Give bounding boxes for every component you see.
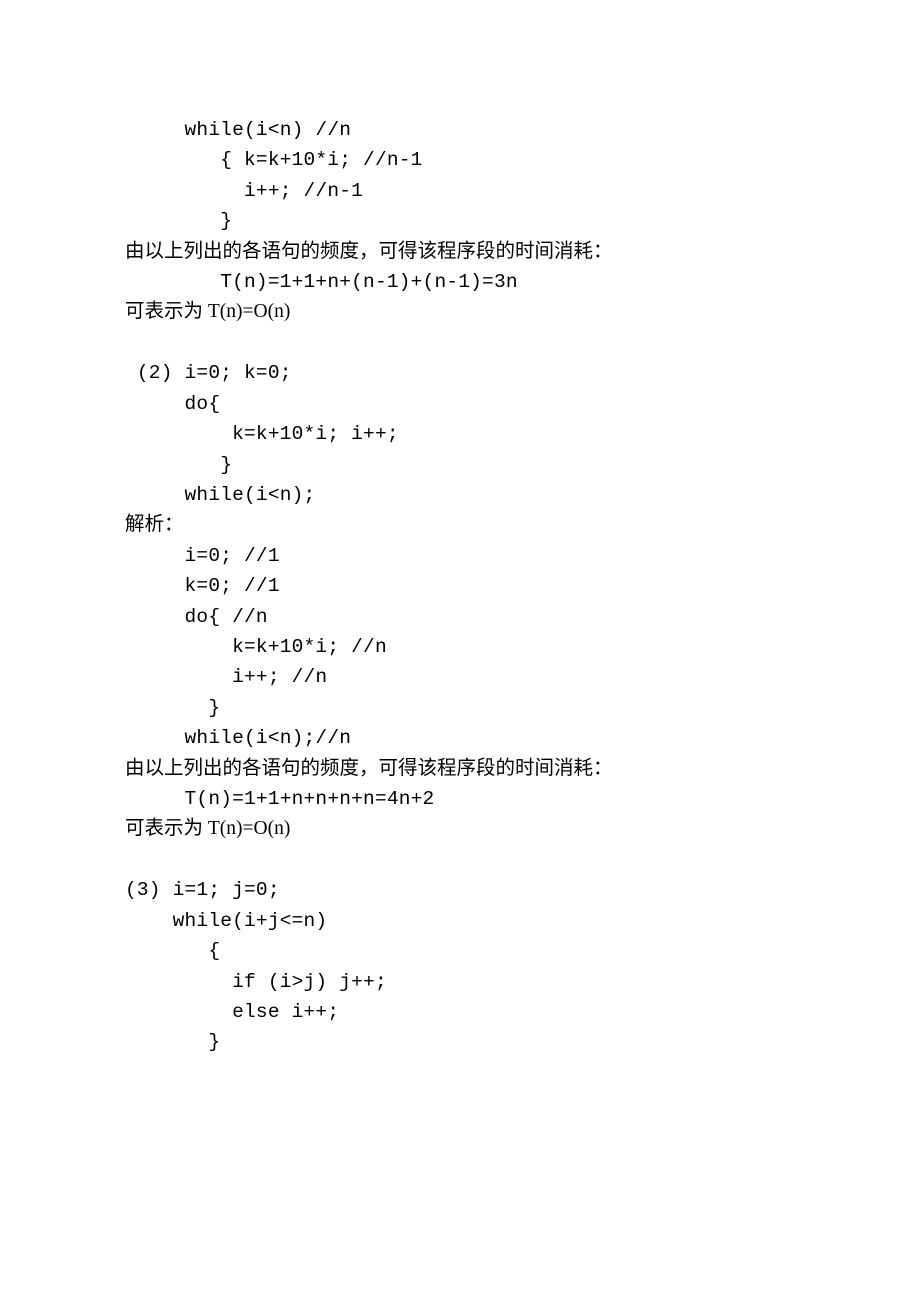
text-line: i++; //n xyxy=(125,662,795,692)
text-line: 解析： xyxy=(125,510,795,540)
text-line: } xyxy=(125,450,795,480)
text-line: { xyxy=(125,936,795,966)
text-line: i++; //n-1 xyxy=(125,176,795,206)
text-line: if (i>j) j++; xyxy=(125,967,795,997)
text-line: { k=k+10*i; //n-1 xyxy=(125,145,795,175)
text-line: T(n)=1+1+n+n+n+n=4n+2 xyxy=(125,784,795,814)
text-line: 可表示为 T(n)=O(n) xyxy=(125,297,795,327)
text-line: } xyxy=(125,1027,795,1057)
text-line: do{ xyxy=(125,389,795,419)
text-line: 由以上列出的各语句的频度，可得该程序段的时间消耗： xyxy=(125,754,795,784)
text-line: while(i+j<=n) xyxy=(125,906,795,936)
text-line: do{ //n xyxy=(125,602,795,632)
text-line: (2) i=0; k=0; xyxy=(125,358,795,388)
text-line: } xyxy=(125,206,795,236)
text-line: while(i<n);//n xyxy=(125,723,795,753)
text-line: 可表示为 T(n)=O(n) xyxy=(125,814,795,844)
text-line: k=0; //1 xyxy=(125,571,795,601)
text-line: k=k+10*i; i++; xyxy=(125,419,795,449)
text-line: k=k+10*i; //n xyxy=(125,632,795,662)
blank-line xyxy=(125,328,795,359)
text-line: while(i<n) //n xyxy=(125,115,795,145)
text-line: 由以上列出的各语句的频度，可得该程序段的时间消耗： xyxy=(125,237,795,267)
text-line: while(i<n); xyxy=(125,480,795,510)
document-page: while(i<n) //n { k=k+10*i; //n-1 i++; //… xyxy=(0,0,920,1198)
text-line: T(n)=1+1+n+(n-1)+(n-1)=3n xyxy=(125,267,795,297)
text-line: (3) i=1; j=0; xyxy=(125,875,795,905)
text-line: } xyxy=(125,693,795,723)
text-line: else i++; xyxy=(125,997,795,1027)
blank-line xyxy=(125,845,795,876)
text-line: i=0; //1 xyxy=(125,541,795,571)
